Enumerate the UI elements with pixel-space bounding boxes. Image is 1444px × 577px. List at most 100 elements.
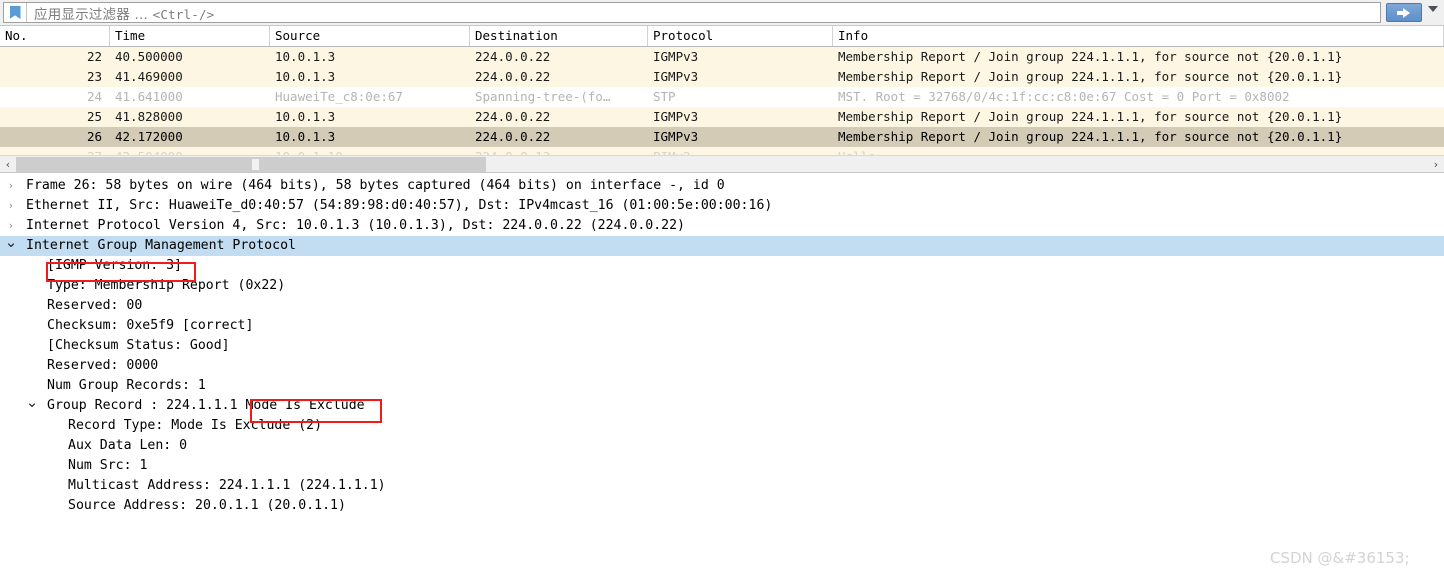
packet-row[interactable]: 23 41.469000 10.0.1.3 224.0.0.22 IGMPv3 Membe… <box>0 67 1444 87</box>
packet-cell-info: Membership Report / Join group 224.1.1.1… <box>838 109 1343 124</box>
pane-splitter[interactable] <box>0 172 1444 175</box>
detail-tree-label: Record Type: Mode Is Exclude (2) <box>68 418 323 433</box>
packet-cell-info: Membership Report / Join group 224.1.1.1… <box>838 69 1343 84</box>
filter-placeholder-hint: <Ctrl-/> <box>152 6 215 22</box>
detail-tree-label: Internet Group Management Protocol <box>26 238 296 253</box>
column-header-source[interactable]: Source <box>270 26 470 46</box>
csdn-watermark: CSDN @&#36153; <box>1270 549 1410 567</box>
detail-tree-label: [IGMP Version: 3] <box>47 258 182 273</box>
chevron-down-icon[interactable]: ⌄ <box>4 235 18 256</box>
packet-cell-time: 41.469000 <box>115 69 183 84</box>
detail-tree-label: Frame 26: 58 bytes on wire (464 bits), 5… <box>26 178 725 193</box>
column-header-no[interactable]: No. <box>0 26 110 46</box>
detail-tree-row[interactable]: ⌄ Group Record : 224.1.1.1 Mode Is Exclud… <box>0 395 1444 416</box>
packet-cell-protocol: STP <box>653 89 676 104</box>
detail-tree-row[interactable]: ⌄ Internet Group Management Protocol <box>0 235 1444 256</box>
detail-tree-label: Source Address: 20.0.1.1 (20.0.1.1) <box>68 498 346 513</box>
detail-tree-label: Internet Protocol Version 4, Src: 10.0.1… <box>26 218 685 233</box>
detail-tree-row[interactable]: Reserved: 0000 <box>0 356 1444 376</box>
packet-row[interactable]: 25 41.828000 10.0.1.3 224.0.0.22 IGMPv3 Membe… <box>0 107 1444 127</box>
detail-tree-row[interactable]: Reserved: 00 <box>0 296 1444 316</box>
packet-cell-source: 10.0.1.3 <box>275 69 336 84</box>
packet-cell-no: 22 <box>86 49 102 64</box>
display-filter-input[interactable]: 应用显示过滤器 … <Ctrl-/> <box>3 2 1381 23</box>
right-arrow-icon <box>1397 7 1410 18</box>
packet-cell-protocol: IGMPv3 <box>653 69 699 84</box>
packet-cell-protocol: IGMPv3 <box>653 109 699 124</box>
detail-tree-label: Reserved: 00 <box>47 298 143 313</box>
scrollbar-thumb[interactable] <box>16 157 486 172</box>
scrollbar-track[interactable] <box>16 157 1428 172</box>
detail-tree-row[interactable]: Aux Data Len: 0 <box>0 436 1444 456</box>
filter-bookmark-icon[interactable] <box>4 3 27 22</box>
packet-cell-info: Membership Report / Join group 224.1.1.1… <box>838 129 1343 144</box>
detail-tree-label: Reserved: 0000 <box>47 358 159 373</box>
detail-tree-row[interactable]: › Ethernet II, Src: HuaweiTe_d0:40:57 (54… <box>0 196 1444 216</box>
packet-cell-destination: 224.0.0.22 <box>475 69 551 84</box>
packet-cell-source: 10.0.1.3 <box>275 49 336 64</box>
packet-list-rows: 22 40.500000 10.0.1.3 224.0.0.22 IGMPv3 Membe… <box>0 47 1444 167</box>
detail-tree-row[interactable]: [Checksum Status: Good] <box>0 336 1444 356</box>
packet-cell-info: Membership Report / Join group 224.1.1.1… <box>838 49 1343 64</box>
detail-tree-label: [Checksum Status: Good] <box>47 338 230 353</box>
detail-tree-row[interactable]: › Internet Protocol Version 4, Src: 10.0.… <box>0 216 1444 236</box>
detail-tree-label: Aux Data Len: 0 <box>68 438 188 453</box>
packet-cell-no: 26 <box>86 129 102 144</box>
packet-cell-source: 10.0.1.3 <box>275 109 336 124</box>
scroll-left-arrow-icon[interactable]: ‹ <box>0 156 16 172</box>
packet-cell-time: 40.500000 <box>115 49 183 64</box>
detail-tree-row[interactable]: [IGMP Version: 3] <box>0 256 1444 276</box>
packet-cell-info: MST. Root = 32768/0/4c:1f:cc:c8:0e:67 Co… <box>838 89 1290 104</box>
detail-tree-row[interactable]: Source Address: 20.0.1.1 (20.0.1.1) <box>0 496 1444 516</box>
packet-cell-time: 42.172000 <box>115 129 183 144</box>
packet-cell-time: 41.828000 <box>115 109 183 124</box>
detail-tree-row[interactable]: Num Group Records: 1 <box>0 376 1444 396</box>
column-header-info[interactable]: Info <box>833 26 1444 46</box>
detail-tree-label: Ethernet II, Src: HuaweiTe_d0:40:57 (54:… <box>26 198 773 213</box>
packet-cell-destination: 224.0.0.22 <box>475 49 551 64</box>
chevron-down-icon[interactable]: ⌄ <box>25 395 39 416</box>
detail-tree-label: Num Group Records: 1 <box>47 378 206 393</box>
detail-tree-label: Num Src: 1 <box>68 458 148 473</box>
scrollbar-grip <box>252 159 259 170</box>
display-filter-bar: 应用显示过滤器 … <Ctrl-/> <box>0 0 1444 26</box>
detail-tree-row[interactable]: Type: Membership Report (0x22) <box>0 276 1444 296</box>
packet-cell-destination: Spanning-tree-(fo… <box>475 89 611 104</box>
apply-filter-button[interactable] <box>1386 3 1422 22</box>
detail-tree-label: Type: Membership Report (0x22) <box>47 278 286 293</box>
chevron-down-icon[interactable] <box>1428 6 1438 12</box>
packet-cell-protocol: IGMPv3 <box>653 49 699 64</box>
column-header-protocol[interactable]: Protocol <box>648 26 833 46</box>
packet-details-pane: › Frame 26: 58 bytes on wire (464 bits), … <box>0 176 1444 577</box>
detail-tree-row[interactable]: Multicast Address: 224.1.1.1 (224.1.1.1) <box>0 476 1444 496</box>
packet-list-column-headers: No. Time Source Destination Protocol Info <box>0 26 1444 47</box>
packet-cell-time: 41.641000 <box>115 89 183 104</box>
packet-row[interactable]: 22 40.500000 10.0.1.3 224.0.0.22 IGMPv3 Membe… <box>0 47 1444 67</box>
detail-tree-row[interactable]: › Frame 26: 58 bytes on wire (464 bits), … <box>0 176 1444 196</box>
packet-cell-source: HuaweiTe_c8:0e:67 <box>275 89 403 104</box>
packet-cell-no: 24 <box>86 89 102 104</box>
detail-tree-row[interactable]: Checksum: 0xe5f9 [correct] <box>0 316 1444 336</box>
packet-cell-no: 23 <box>86 69 102 84</box>
filter-placeholder-ellipsis: … <box>129 6 153 23</box>
packet-row[interactable]: 24 41.641000 HuaweiTe_c8:0e:67 Spanning-tre… <box>0 87 1444 107</box>
packet-cell-destination: 224.0.0.22 <box>475 129 551 144</box>
packet-cell-no: 25 <box>86 109 102 124</box>
chevron-right-icon[interactable]: › <box>4 176 18 196</box>
display-filter-placeholder: 应用显示过滤器 … <Ctrl-/> <box>27 3 214 23</box>
column-header-time[interactable]: Time <box>110 26 270 46</box>
chevron-right-icon[interactable]: › <box>4 196 18 216</box>
detail-tree-label: Checksum: 0xe5f9 [correct] <box>47 318 254 333</box>
column-header-destination[interactable]: Destination <box>470 26 648 46</box>
packet-cell-source: 10.0.1.3 <box>275 129 336 144</box>
detail-tree-row[interactable]: Record Type: Mode Is Exclude (2) <box>0 416 1444 436</box>
packet-list-pane: No. Time Source Destination Protocol Info 22 4… <box>0 26 1444 172</box>
packet-cell-protocol: IGMPv3 <box>653 129 699 144</box>
scroll-right-arrow-icon[interactable]: › <box>1428 156 1444 172</box>
detail-tree-row[interactable]: Num Src: 1 <box>0 456 1444 476</box>
packet-row[interactable]: 26 42.172000 10.0.1.3 224.0.0.22 IGMPv3 Membe… <box>0 127 1444 147</box>
packet-list-horizontal-scrollbar[interactable]: ‹ › <box>0 155 1444 172</box>
packet-cell-destination: 224.0.0.22 <box>475 109 551 124</box>
filter-placeholder-text: 应用显示过滤器 <box>34 6 130 23</box>
detail-tree-label: Multicast Address: 224.1.1.1 (224.1.1.1) <box>68 478 386 493</box>
